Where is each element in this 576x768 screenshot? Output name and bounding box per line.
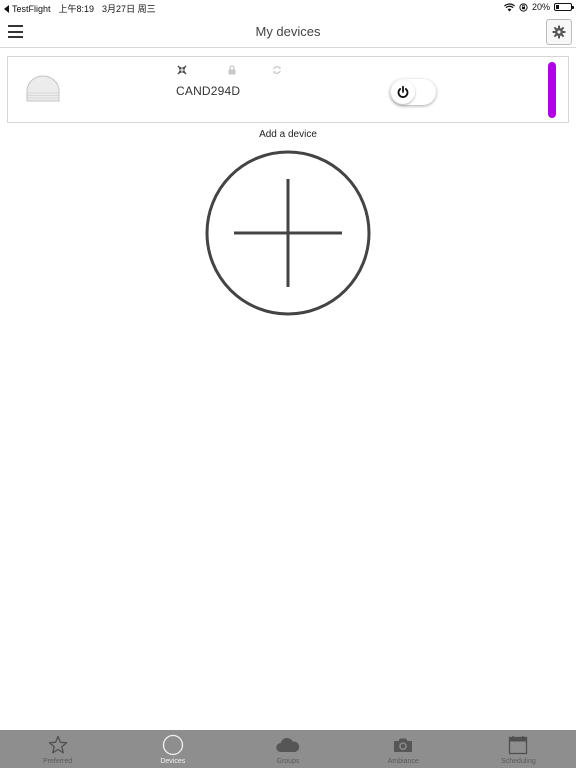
- tab-label: Preferred: [43, 758, 73, 765]
- orientation-lock-icon: [519, 2, 528, 12]
- app-screen: TestFlight 上午8:19 3月27日 周三 20% My device…: [0, 0, 576, 768]
- tab-label: Ambiance: [387, 758, 419, 765]
- power-toggle-knob: [391, 80, 415, 104]
- status-right: 20%: [503, 2, 574, 12]
- device-name: CAND294D: [176, 84, 241, 98]
- wifi-icon: [503, 3, 515, 11]
- battery-level: [556, 5, 559, 9]
- connection-icon: [177, 65, 187, 75]
- status-time: 上午8:19: [58, 4, 95, 14]
- add-device-button[interactable]: [205, 150, 371, 316]
- sync-icon: [273, 66, 281, 74]
- tab-groups[interactable]: Groups: [230, 730, 345, 768]
- tab-label: Scheduling: [501, 758, 536, 765]
- tab-preferred[interactable]: Preferred: [0, 730, 115, 768]
- tab-bar: Preferred Devices Groups Ambiance Schedu…: [0, 730, 576, 768]
- circle-icon: [161, 734, 185, 756]
- lamp-device-icon: [26, 75, 60, 102]
- tab-label: Groups: [276, 758, 300, 765]
- battery-percent: 20%: [531, 2, 550, 12]
- back-arrow-icon: [4, 4, 9, 13]
- add-device-label: Add a device: [259, 129, 317, 140]
- settings-button[interactable]: [546, 19, 572, 45]
- page-title: My devices: [255, 24, 321, 39]
- status-left: TestFlight 上午8:19 3月27日 周三: [4, 2, 156, 15]
- gear-icon: [552, 25, 566, 39]
- device-status-icons: [174, 64, 284, 76]
- star-icon: [46, 734, 70, 756]
- status-date: 3月27日 周三: [102, 4, 156, 14]
- camera-icon: [391, 734, 415, 756]
- back-to-app-link[interactable]: TestFlight: [4, 4, 51, 14]
- status-bar: TestFlight 上午8:19 3月27日 周三 20%: [0, 0, 576, 16]
- calendar-icon: [506, 734, 530, 756]
- device-color-indicator: [548, 62, 556, 118]
- lock-icon: [228, 65, 236, 75]
- power-icon: [397, 85, 409, 98]
- device-card[interactable]: CAND294D: [7, 56, 569, 123]
- nav-bar: My devices: [0, 16, 576, 48]
- tab-scheduling[interactable]: Scheduling: [461, 730, 576, 768]
- back-app-label: TestFlight: [12, 3, 51, 14]
- power-toggle[interactable]: [390, 79, 436, 105]
- battery-icon: [554, 3, 574, 11]
- tab-label: Devices: [160, 758, 186, 765]
- tab-ambiance[interactable]: Ambiance: [346, 730, 461, 768]
- tab-devices[interactable]: Devices: [115, 730, 230, 768]
- cloud-icon: [276, 734, 300, 756]
